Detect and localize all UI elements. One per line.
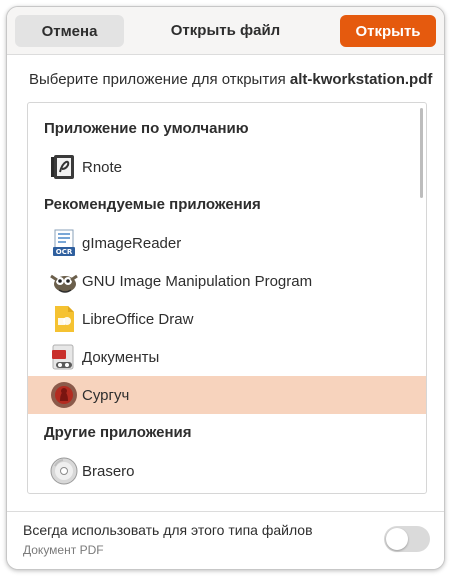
app-row-brasero[interactable]: Brasero — [28, 452, 426, 490]
document-viewer-icon — [52, 344, 74, 370]
prompt-text: Выберите приложение для открытия alt-kwo… — [29, 71, 432, 88]
section-default-heading: Приложение по умолчанию — [44, 120, 249, 137]
app-label: Brasero — [82, 462, 135, 480]
seal-icon — [51, 382, 77, 408]
app-label: Документы — [82, 348, 160, 366]
rnote-icon — [51, 155, 74, 179]
app-list[interactable]: Приложение по умолчанию Rnote Рекомендуе… — [27, 102, 427, 494]
app-row-documents[interactable]: Документы — [28, 338, 426, 376]
always-use-toggle[interactable] — [384, 526, 430, 552]
app-row-surguch[interactable]: Сургуч — [28, 376, 426, 414]
dialog-footer: Всегда использовать для этого типа файло… — [7, 511, 444, 569]
disc-burner-icon — [50, 457, 78, 485]
svg-text:OCR: OCR — [56, 248, 73, 256]
file-type-label: Документ PDF — [23, 543, 104, 557]
section-other-heading: Другие приложения — [44, 424, 192, 441]
open-button[interactable]: Открыть — [340, 15, 436, 47]
libreoffice-draw-icon — [55, 306, 74, 332]
file-name: alt-kworkstation.pdf — [289, 71, 433, 88]
app-row-partial[interactable] — [28, 490, 426, 493]
ocr-icon: OCR — [53, 229, 75, 256]
app-label: GNU Image Manipulation Program — [82, 272, 313, 290]
app-row-libreoffice-draw[interactable]: LibreOffice Draw — [28, 300, 426, 338]
toggle-knob — [386, 528, 408, 550]
app-label: LibreOffice Draw — [82, 310, 194, 328]
app-label: Rnote — [82, 158, 123, 176]
app-row-gimagereader[interactable]: OCR gImageReader — [28, 224, 426, 262]
app-row-gimp[interactable]: GNU Image Manipulation Program — [28, 262, 426, 300]
app-label: gImageReader — [82, 234, 182, 252]
section-recommended-heading: Рекомендуемые приложения — [44, 196, 261, 213]
open-with-dialog: Открыть файл Отмена Открыть Выберите при… — [6, 6, 445, 570]
dialog-header: Открыть файл Отмена Открыть — [7, 7, 444, 55]
app-row-rnote[interactable]: Rnote — [28, 148, 426, 186]
gimp-icon — [50, 274, 78, 293]
app-label: Сургуч — [82, 386, 130, 404]
always-use-label: Всегда использовать для этого типа файло… — [23, 522, 313, 538]
cancel-button[interactable]: Отмена — [15, 15, 124, 47]
prompt-label: Выберите приложение для открытия — [29, 71, 290, 88]
